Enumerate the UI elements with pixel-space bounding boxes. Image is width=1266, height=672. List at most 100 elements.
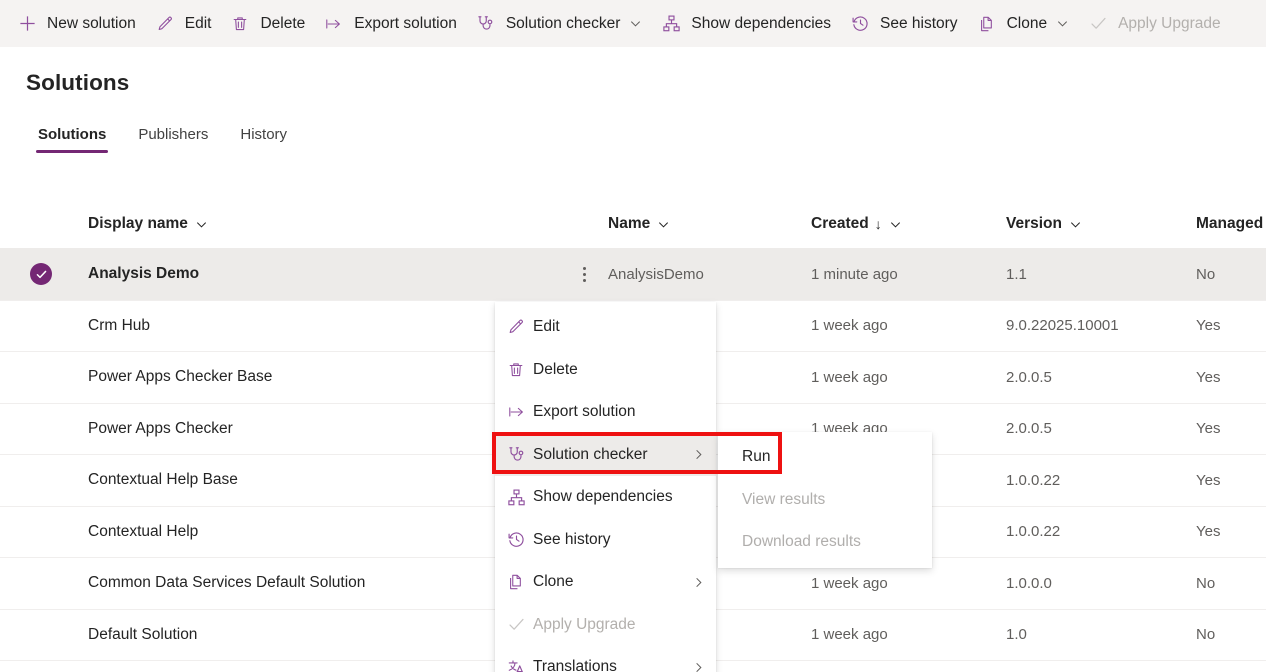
column-header-managed[interactable]: Managed xyxy=(1196,215,1266,233)
history-icon xyxy=(507,530,533,549)
submenu-item-run[interactable]: Run xyxy=(718,436,932,479)
cell-display-name: Contextual Help xyxy=(88,523,560,541)
context-menu-item-delete-label: Delete xyxy=(533,361,690,379)
tab-history[interactable]: History xyxy=(226,120,301,153)
tab-list: Solutions Publishers History xyxy=(24,120,305,153)
chevron-down-icon xyxy=(629,17,642,30)
context-menu-item-clone-label: Clone xyxy=(533,573,690,591)
chevron-right-icon xyxy=(690,576,706,589)
show-dependencies-label: Show dependencies xyxy=(691,16,831,32)
copy-icon xyxy=(507,573,533,591)
tab-publishers[interactable]: Publishers xyxy=(124,120,222,153)
trash-icon xyxy=(507,361,533,379)
cell-version: 1.0.0.0 xyxy=(1006,575,1196,592)
tab-solutions[interactable]: Solutions xyxy=(24,120,120,153)
column-header-created[interactable]: Created ↓ xyxy=(811,215,1006,233)
context-menu-item-solution-checker[interactable]: Solution checker xyxy=(495,434,716,477)
solution-checker-button[interactable]: Solution checker xyxy=(467,4,651,44)
chevron-right-icon xyxy=(690,661,706,672)
see-history-label: See history xyxy=(880,16,958,32)
table-row[interactable]: Analysis Demo AnalysisDemo 1 minute ago … xyxy=(0,249,1266,301)
submenu-item-download-results[interactable]: Download results xyxy=(718,521,932,564)
column-header-version-label: Version xyxy=(1006,215,1062,233)
chevron-down-icon[interactable] xyxy=(657,218,670,231)
plus-icon xyxy=(16,13,38,35)
cell-name: AnalysisDemo xyxy=(608,266,811,283)
edit-label: Edit xyxy=(185,16,212,32)
cell-created: 1 minute ago xyxy=(811,266,1006,283)
cell-version: 1.0.0.22 xyxy=(1006,472,1196,489)
submenu-item-run-label: Run xyxy=(742,448,770,466)
cell-version: 1.0.0.22 xyxy=(1006,523,1196,540)
see-history-button[interactable]: See history xyxy=(841,4,966,44)
chevron-down-icon[interactable] xyxy=(889,218,902,231)
pencil-icon xyxy=(154,13,176,35)
cell-managed: Yes xyxy=(1196,420,1266,437)
column-header-name-label: Name xyxy=(608,215,650,233)
cell-managed: Yes xyxy=(1196,523,1266,540)
clone-button[interactable]: Clone xyxy=(968,4,1078,44)
context-menu-item-show-dependencies[interactable]: Show dependencies xyxy=(495,476,716,519)
checkmark-circle-icon xyxy=(30,263,52,285)
cell-version: 9.0.22025.10001 xyxy=(1006,317,1196,334)
export-solution-button[interactable]: Export solution xyxy=(315,4,465,44)
column-header-display-name[interactable]: Display name xyxy=(88,215,560,233)
stethoscope-icon xyxy=(507,445,533,464)
export-icon xyxy=(323,13,345,35)
checkmark-icon xyxy=(507,615,533,634)
submenu-item-download-results-label: Download results xyxy=(742,533,861,551)
translations-icon xyxy=(507,658,533,672)
column-header-managed-label: Managed xyxy=(1196,215,1263,233)
cell-managed: Yes xyxy=(1196,317,1266,334)
edit-button[interactable]: Edit xyxy=(146,4,220,44)
cell-created: 1 week ago xyxy=(811,575,1006,592)
export-icon xyxy=(507,403,533,421)
apply-upgrade-button[interactable]: Apply Upgrade xyxy=(1079,4,1229,44)
chevron-down-icon xyxy=(1056,17,1069,30)
cell-version: 1.1 xyxy=(1006,266,1196,283)
cell-version: 1.0 xyxy=(1006,626,1196,643)
context-menu-item-translations[interactable]: Translations xyxy=(495,646,716,672)
context-menu-item-delete[interactable]: Delete xyxy=(495,349,716,392)
cell-managed: Yes xyxy=(1196,369,1266,386)
new-solution-button[interactable]: New solution xyxy=(8,4,144,44)
context-menu-item-apply-upgrade[interactable]: Apply Upgrade xyxy=(495,604,716,647)
cell-display-name: Power Apps Checker xyxy=(88,420,560,438)
kebab-menu-icon xyxy=(583,265,586,283)
tab-history-label: History xyxy=(240,126,287,143)
copy-icon xyxy=(976,13,998,35)
chevron-down-icon[interactable] xyxy=(195,218,208,231)
column-header-name[interactable]: Name xyxy=(608,215,811,233)
column-header-display-name-label: Display name xyxy=(88,215,188,233)
cell-display-name: Crm Hub xyxy=(88,317,560,335)
column-header-created-label: Created xyxy=(811,215,869,233)
context-menu-item-clone[interactable]: Clone xyxy=(495,561,716,604)
context-menu-item-apply-upgrade-label: Apply Upgrade xyxy=(533,616,690,634)
context-menu-item-translations-label: Translations xyxy=(533,658,690,672)
apply-upgrade-label: Apply Upgrade xyxy=(1118,16,1221,32)
cell-display-name: Default Solution xyxy=(88,626,560,644)
context-menu-item-see-history[interactable]: See history xyxy=(495,519,716,562)
cell-managed: No xyxy=(1196,626,1266,643)
pencil-icon xyxy=(507,318,533,336)
cell-created: 1 week ago xyxy=(811,317,1006,334)
solution-checker-submenu: Run View results Download results xyxy=(718,432,932,568)
row-more-options-button[interactable] xyxy=(560,265,608,283)
submenu-item-view-results[interactable]: View results xyxy=(718,479,932,522)
delete-button[interactable]: Delete xyxy=(221,4,313,44)
cell-created: 1 week ago xyxy=(811,369,1006,386)
page-title: Solutions xyxy=(26,70,129,96)
solution-checker-label: Solution checker xyxy=(506,16,621,32)
show-dependencies-button[interactable]: Show dependencies xyxy=(652,4,839,44)
row-select-checkbox[interactable] xyxy=(0,263,88,285)
context-menu-item-edit[interactable]: Edit xyxy=(495,306,716,349)
new-solution-label: New solution xyxy=(47,16,136,32)
trash-icon xyxy=(229,13,251,35)
context-menu-item-export-solution[interactable]: Export solution xyxy=(495,391,716,434)
submenu-item-view-results-label: View results xyxy=(742,491,825,509)
checkmark-icon xyxy=(1087,13,1109,35)
column-header-version[interactable]: Version xyxy=(1006,215,1196,233)
chevron-down-icon[interactable] xyxy=(1069,218,1082,231)
grid-header-row: Display name Name Created ↓ Vers xyxy=(0,200,1266,249)
context-menu-item-export-solution-label: Export solution xyxy=(533,403,690,421)
